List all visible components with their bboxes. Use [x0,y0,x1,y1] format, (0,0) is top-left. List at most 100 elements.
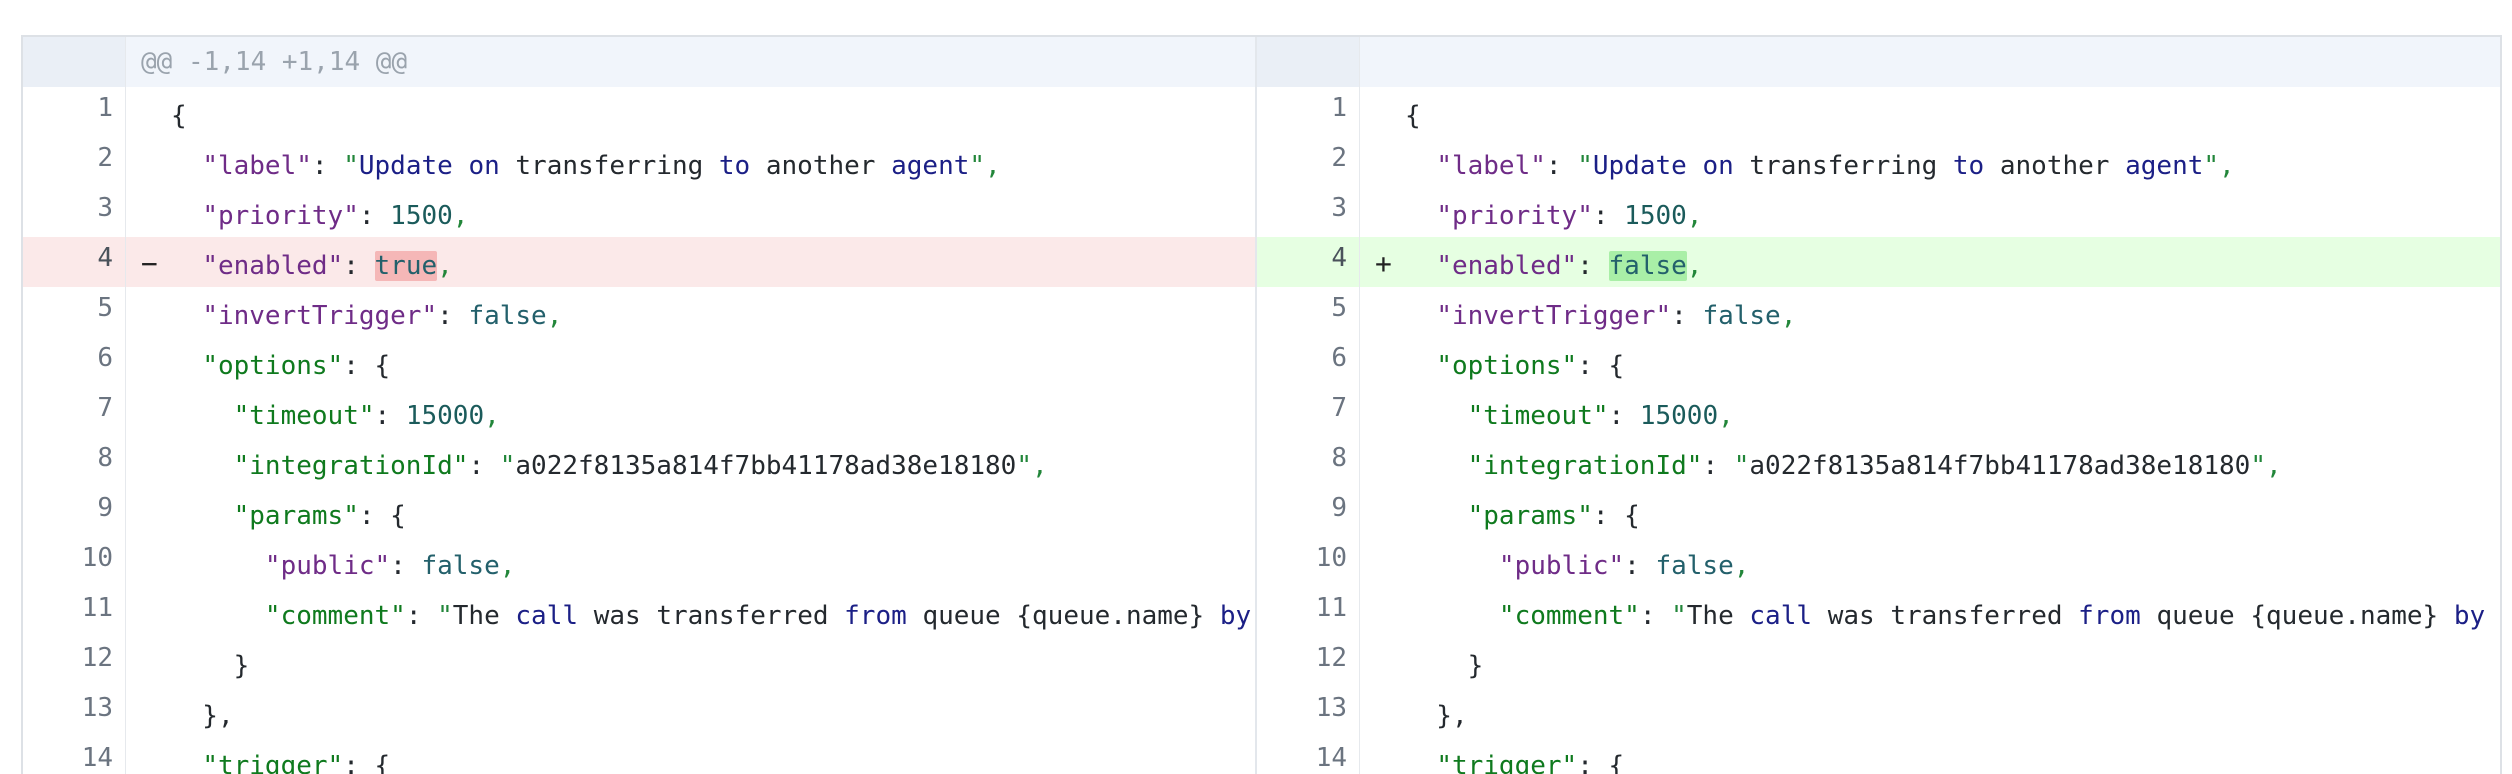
code-line: 7 "timeout": 15000, [1257,387,2500,437]
json-boolean-value: false [1655,551,1734,581]
json-boolean-value: false [468,301,547,331]
code-colon: : [1608,401,1640,431]
code-text: }, [1405,695,1467,737]
line-number: 13 [81,693,113,723]
code-punctuation: } [171,651,250,681]
json-boolean-value: false [1702,301,1781,331]
code-line: 5 "invertTrigger": false, [1257,287,2500,337]
json-key: "invertTrigger" [1436,301,1672,331]
json-string-value: "Update on transferring to another agent… [343,151,986,181]
code-text: "enabled": true, [171,245,453,287]
json-key: "enabled" [1436,251,1578,281]
code-colon: : [1592,201,1625,231]
added-marker: + [1375,247,1392,280]
line-number: 4 [97,243,113,273]
removed-line: 4− "enabled": true, [23,237,1255,287]
json-key: "public" [264,551,391,581]
json-key: "invertTrigger" [202,301,438,331]
json-string-value: "The call was transferred from queue {qu… [1671,601,2486,631]
code-text: "label": "Update on transferring to anot… [171,145,1000,187]
line-number: 11 [81,593,113,623]
code-colon: : [1639,601,1672,631]
json-key: "trigger" [202,751,344,774]
json-boolean-value: true [374,251,438,281]
code-text: "label": "Update on transferring to anot… [1405,145,2234,187]
code-punctuation: { [171,101,187,131]
json-string-value: "The call was transferred from queue {qu… [437,601,1252,631]
json-brace: { [390,501,406,531]
code-text: "comment": "The call was transferred fro… [171,595,1255,637]
code-text: } [1405,645,1484,687]
code-line: 1{ [23,87,1255,137]
code-text: "enabled": false, [1405,245,1702,287]
json-key: "params" [233,501,359,531]
left-pane-original: 1{ 2 "label": "Update on transferring to … [23,87,1255,774]
code-comma: , [499,551,516,581]
code-text: "integrationId": "a022f8135a814f7bb41178… [171,445,1048,487]
code-text: "trigger": { [171,745,390,774]
json-brace: { [1624,501,1640,531]
code-colon: : [358,501,391,531]
hunk-gutter-left [23,37,125,87]
line-number: 4 [1331,243,1347,273]
code-line: 12 } [23,637,1255,687]
right-gutter-border [1359,37,1360,774]
code-comma: , [452,201,469,231]
code-line: 8 "integrationId": "a022f8135a814f7bb411… [23,437,1255,487]
code-line: 14 "trigger": { [1257,737,2500,774]
code-comma: , [1718,401,1734,431]
code-colon: : [343,251,375,281]
hunk-header: @@ -1,14 +1,14 @@ [141,47,408,77]
json-brace: { [374,351,391,381]
right-pane-modified: 1{2 "label": "Update on transferring to … [1257,87,2500,774]
json-key: "label" [202,151,312,181]
json-key: "public" [1498,551,1625,581]
code-colon: : [468,451,500,481]
line-number: 1 [1331,93,1347,123]
line-number: 7 [1331,393,1347,423]
json-boolean-value: false [1608,251,1687,281]
pane-divider [1255,37,1257,774]
json-key: "params" [1467,501,1593,531]
code-line: 7 "timeout": 15000, [23,387,1255,437]
code-line: 13 }, [1257,687,2500,737]
code-text: "priority": 1500, [1405,195,1702,237]
line-number: 12 [1315,643,1347,673]
code-colon: : [1671,301,1703,331]
hunk-gutter-right [1257,37,1359,87]
code-text: "options": { [171,345,390,387]
json-string-value: "a022f8135a814f7bb41178ad38e18180" [499,451,1032,481]
line-number: 13 [1315,693,1347,723]
code-colon: : [1577,251,1609,281]
line-number: 2 [97,143,113,173]
line-number: 10 [81,543,113,573]
code-text: "trigger": { [1405,745,1624,774]
code-colon: : [390,551,422,581]
code-text: "invertTrigger": false, [1405,295,1796,337]
json-key: "comment" [1498,601,1640,631]
json-key: "options" [1436,351,1578,381]
code-line: 3 "priority": 1500, [1257,187,2500,237]
line-number: 8 [1331,443,1347,473]
json-key: "integrationId" [233,451,469,481]
json-key: "options" [202,351,344,381]
line-number: 6 [97,343,113,373]
code-line: 14 "trigger": { [23,737,1255,774]
json-key: "integrationId" [1467,451,1703,481]
json-key: "comment" [264,601,406,631]
json-string-value: "Update on transferring to another agent… [1577,151,2220,181]
code-line: 9 "params": { [23,487,1255,537]
code-line: 10 "public": false, [23,537,1255,587]
code-colon: : [1577,751,1609,774]
line-number: 9 [97,493,113,523]
